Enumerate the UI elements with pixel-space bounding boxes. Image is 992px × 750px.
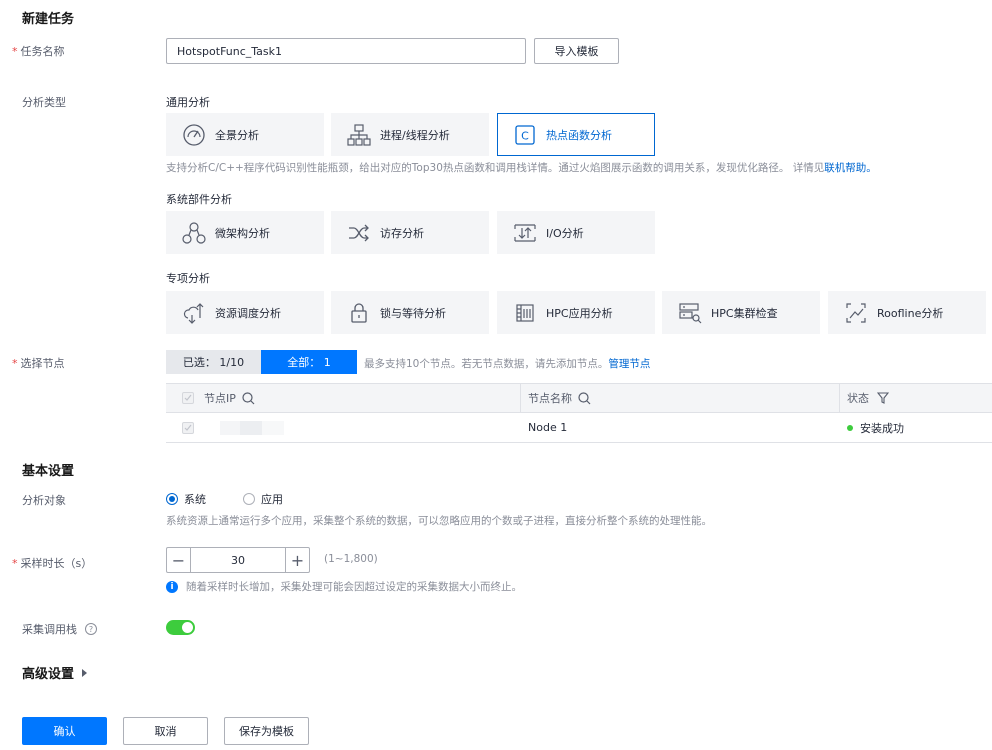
status-dot xyxy=(847,424,853,431)
help-icon[interactable]: ? xyxy=(85,623,97,635)
general-analysis-title: 通用分析 xyxy=(166,96,210,109)
analysis-target-label: 分析对象 xyxy=(22,494,66,507)
table-row[interactable]: Node 1 安装成功 xyxy=(166,413,992,443)
column-status: 状态 xyxy=(840,390,992,406)
select-all-checkbox[interactable] xyxy=(182,392,194,404)
search-icon[interactable] xyxy=(242,391,255,405)
radio-system-control[interactable] xyxy=(166,493,178,505)
c-code-icon: C xyxy=(512,122,538,148)
svg-text:C: C xyxy=(521,129,529,142)
card-process-thread-analysis[interactable]: 进程/线程分析 xyxy=(331,113,489,156)
manage-nodes-link[interactable]: 管理节点 xyxy=(608,358,650,370)
cancel-button[interactable]: 取消 xyxy=(123,717,208,745)
masked-ip xyxy=(220,420,240,435)
confirm-button[interactable]: 确认 xyxy=(22,717,107,745)
hpc-cluster-icon xyxy=(677,300,703,326)
info-icon: i xyxy=(166,580,178,593)
process-tree-icon xyxy=(346,122,372,148)
radio-application-control[interactable] xyxy=(243,493,255,505)
card-panorama-analysis[interactable]: 全景分析 xyxy=(166,113,324,156)
collect-callstack-label: 采集调用栈? xyxy=(22,621,97,637)
row-checkbox[interactable] xyxy=(182,421,194,434)
card-hotspot-function-analysis[interactable]: C 热点函数分析 xyxy=(497,113,655,156)
duration-note: i 随着采样时长增加，采集处理可能会因超过设定的采集数据大小而终止。 xyxy=(166,579,522,594)
lock-icon xyxy=(346,300,372,326)
table-header: 节点IP 节点名称 状态 xyxy=(166,383,992,413)
tab-selected-nodes[interactable]: 已选： 1/10 xyxy=(166,350,261,374)
node-hint: 最多支持10个节点。若无节点数据，请先添加节点。管理节点 xyxy=(364,358,651,370)
advanced-settings-toggle[interactable]: 高级设置 xyxy=(22,663,88,682)
page-title: 新建任务 xyxy=(22,12,75,27)
basic-settings-title: 基本设置 xyxy=(22,464,75,479)
shuffle-icon xyxy=(346,220,372,246)
tab-all-nodes[interactable]: 全部： 1 xyxy=(261,350,357,374)
io-icon xyxy=(512,220,538,246)
cell-status: 安装成功 xyxy=(840,420,992,436)
filter-icon[interactable] xyxy=(877,392,889,404)
online-help-link[interactable]: 联机帮助。 xyxy=(824,162,877,174)
card-hpc-app-analysis[interactable]: HPC应用分析 xyxy=(497,291,655,334)
special-analysis-title: 专项分析 xyxy=(166,272,210,285)
import-template-button[interactable]: 导入模板 xyxy=(534,38,619,64)
card-resource-schedule-analysis[interactable]: 资源调度分析 xyxy=(166,291,324,334)
hotspot-description: 支持分析C/C++程序代码识别性能瓶颈，给出对应的Top30热点函数和调用栈详情… xyxy=(166,162,877,174)
column-node-ip: 节点IP xyxy=(200,390,520,406)
increment-button[interactable]: + xyxy=(285,548,309,572)
card-roofline-analysis[interactable]: Roofline分析 xyxy=(828,291,986,334)
card-microarch-analysis[interactable]: 微架构分析 xyxy=(166,211,324,254)
analysis-target-description: 系统资源上通常运行多个应用，采集整个系统的数据，可以忽略应用的个数或子进程，直接… xyxy=(166,515,712,527)
duration-range: (1~1,800) xyxy=(324,553,378,565)
decrement-button[interactable]: − xyxy=(167,548,191,572)
roofline-icon xyxy=(843,300,869,326)
select-node-label: * 选择节点 xyxy=(12,357,65,370)
task-name-label: * 任务名称 xyxy=(12,45,65,58)
cell-node-name: Node 1 xyxy=(528,421,568,434)
cell-node-ip xyxy=(200,420,520,435)
caret-right-icon xyxy=(82,668,88,677)
hpc-app-icon xyxy=(512,300,538,326)
gauge-icon xyxy=(181,122,207,148)
card-memory-access-analysis[interactable]: 访存分析 xyxy=(331,211,489,254)
radio-application[interactable]: 应用 xyxy=(243,491,283,507)
analysis-type-label: 分析类型 xyxy=(22,96,66,109)
card-io-analysis[interactable]: I/O分析 xyxy=(497,211,655,254)
microarch-icon xyxy=(181,220,207,246)
column-node-name: 节点名称 xyxy=(521,390,839,406)
search-icon[interactable] xyxy=(578,391,591,405)
resource-schedule-icon xyxy=(181,300,207,326)
card-lock-wait-analysis[interactable]: 锁与等待分析 xyxy=(331,291,489,334)
save-as-template-button[interactable]: 保存为模板 xyxy=(224,717,309,745)
system-analysis-title: 系统部件分析 xyxy=(166,193,232,206)
card-hpc-cluster-check[interactable]: HPC集群检查 xyxy=(662,291,820,334)
duration-stepper[interactable]: − 30 + xyxy=(166,547,310,573)
radio-system[interactable]: 系统 xyxy=(166,491,206,507)
duration-value[interactable]: 30 xyxy=(191,554,285,567)
collect-callstack-toggle[interactable] xyxy=(166,620,195,635)
sampling-duration-label: * 采样时长（s） xyxy=(12,557,93,570)
task-name-input[interactable] xyxy=(166,38,526,64)
